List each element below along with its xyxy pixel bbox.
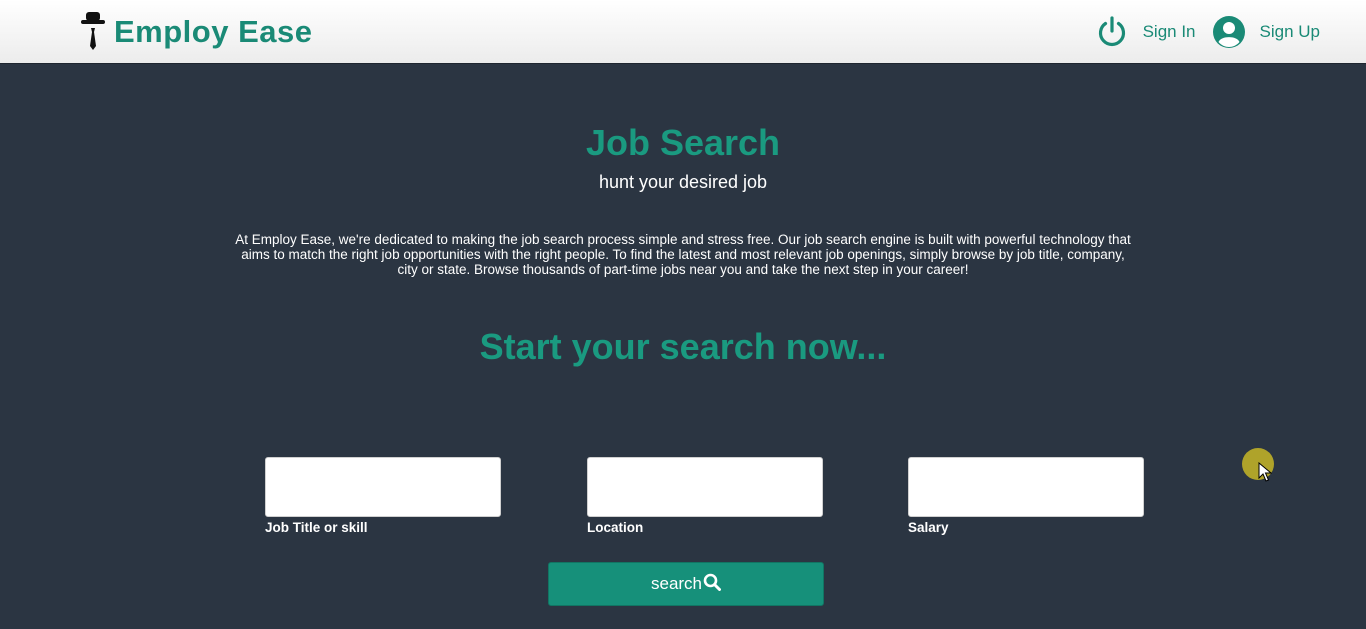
search-icon xyxy=(703,573,722,591)
sign-in-link[interactable]: Sign In xyxy=(1095,15,1196,49)
header-nav: Sign In Sign Up xyxy=(1095,14,1320,50)
brand-logo[interactable]: Employ Ease xyxy=(80,10,312,54)
intro-description: At Employ Ease, we're dedicated to makin… xyxy=(235,232,1131,277)
salary-label: Salary xyxy=(908,520,949,535)
salary-input[interactable] xyxy=(908,457,1144,517)
page-subtitle: hunt your desired job xyxy=(598,172,768,192)
location-label: Location xyxy=(587,520,644,535)
search-button-label: search xyxy=(650,574,703,593)
hat-tie-logo-icon xyxy=(81,12,105,50)
power-icon xyxy=(1098,16,1125,47)
search-cta-heading: Start your search now... xyxy=(479,326,887,367)
user-circle-icon xyxy=(1212,16,1245,48)
mouse-cursor-icon xyxy=(1258,462,1272,482)
page-title: Job Search xyxy=(585,122,781,163)
job-title-field: Job Title or skill xyxy=(265,457,501,535)
sign-in-label: Sign In xyxy=(1142,22,1196,41)
job-title-label: Job Title or skill xyxy=(265,520,368,535)
brand-name: Employ Ease xyxy=(114,14,313,49)
sign-up-label: Sign Up xyxy=(1259,22,1320,41)
sign-up-link[interactable]: Sign Up xyxy=(1212,15,1320,49)
search-button[interactable]: search xyxy=(548,562,824,606)
header: Employ Ease Sign In Sign Up xyxy=(0,0,1366,64)
job-title-input[interactable] xyxy=(265,457,501,517)
location-input[interactable] xyxy=(587,457,823,517)
salary-field: Salary xyxy=(908,457,1144,535)
location-field: Location xyxy=(587,457,823,535)
